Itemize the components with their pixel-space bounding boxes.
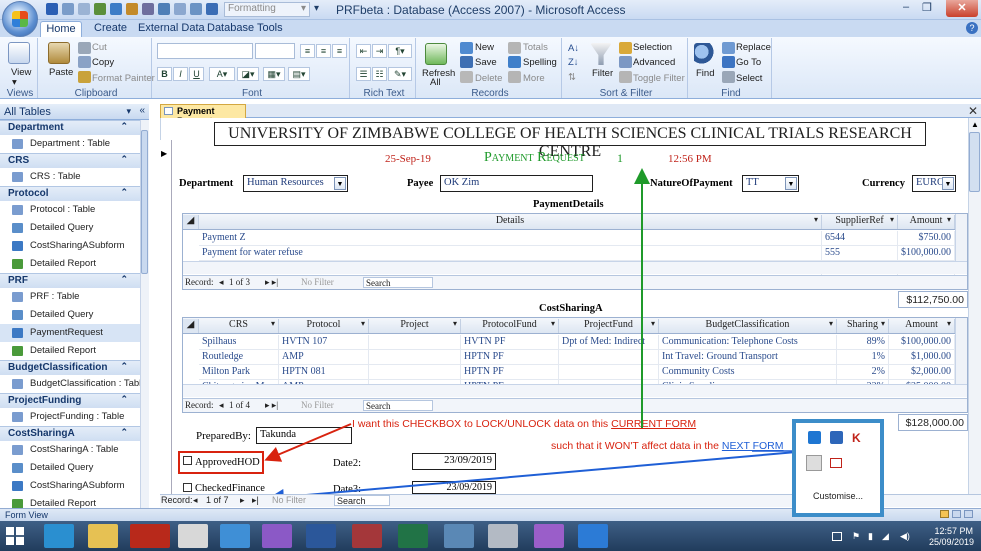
main-next-record-icon[interactable]: ▸	[240, 495, 245, 506]
tray-app-icon-3[interactable]: K	[852, 431, 865, 445]
form-view-icon[interactable]	[940, 510, 949, 518]
form-scroll-thumb[interactable]	[969, 132, 980, 192]
network-icon[interactable]: ▮	[868, 531, 873, 542]
taskbar-store-icon[interactable]	[44, 524, 74, 548]
taskbar-word-icon[interactable]	[306, 524, 336, 548]
view-switcher[interactable]	[940, 509, 976, 519]
customise-link[interactable]: Customise...	[800, 491, 876, 505]
office-logo-icon	[12, 11, 28, 27]
main-last-record-icon[interactable]: ▸|	[252, 495, 259, 506]
tray-app-icon-1[interactable]	[808, 431, 821, 444]
main-search-box[interactable]: Search	[334, 495, 390, 506]
tray-app-icon-2[interactable]	[830, 431, 843, 444]
system-tray: ⚑ ▮ ◢ ◀) 12:57 PM 25/09/2019	[826, 524, 981, 548]
taskbar-media-icon[interactable]	[488, 524, 518, 548]
taskbar-visual-studio-icon[interactable]	[262, 524, 292, 548]
taskbar-opera-icon[interactable]	[130, 524, 170, 548]
signal-icon[interactable]: ◢	[882, 531, 889, 542]
red-arrow	[264, 423, 352, 462]
main-record-nav: Record: ◂ 1 of 7 ▸ ▸| No Filter Search	[160, 494, 432, 508]
office-button[interactable]	[2, 1, 38, 37]
layout-view-icon[interactable]	[952, 510, 961, 518]
clock[interactable]: 12:57 PM 25/09/2019	[929, 526, 974, 548]
volume-icon[interactable]: ◀)	[900, 531, 910, 542]
taskbar-app-icon[interactable]	[178, 524, 208, 548]
taskbar-player-icon[interactable]	[578, 524, 608, 548]
tray-pen-icon[interactable]	[806, 455, 822, 471]
scroll-up-icon[interactable]: ▲	[971, 120, 979, 129]
flag-icon[interactable]: ⚑	[852, 531, 860, 542]
taskbar-access-alt-icon[interactable]	[220, 524, 250, 548]
main-no-filter[interactable]: No Filter	[272, 495, 306, 505]
design-view-icon[interactable]	[964, 510, 973, 518]
main-record-position[interactable]: 1 of 7	[206, 495, 229, 505]
taskbar-calculator-icon[interactable]	[444, 524, 474, 548]
main-first-record-icon[interactable]: ◂	[193, 495, 198, 506]
taskbar-explorer-icon[interactable]	[88, 524, 118, 548]
taskbar-excel-icon[interactable]	[398, 524, 428, 548]
taskbar-pen-icon[interactable]	[534, 524, 564, 548]
taskbar-access-icon[interactable]	[352, 524, 382, 548]
tray-expand-icon[interactable]	[832, 532, 842, 541]
blue-arrow	[268, 450, 809, 505]
tray-record-icon[interactable]	[830, 458, 842, 468]
